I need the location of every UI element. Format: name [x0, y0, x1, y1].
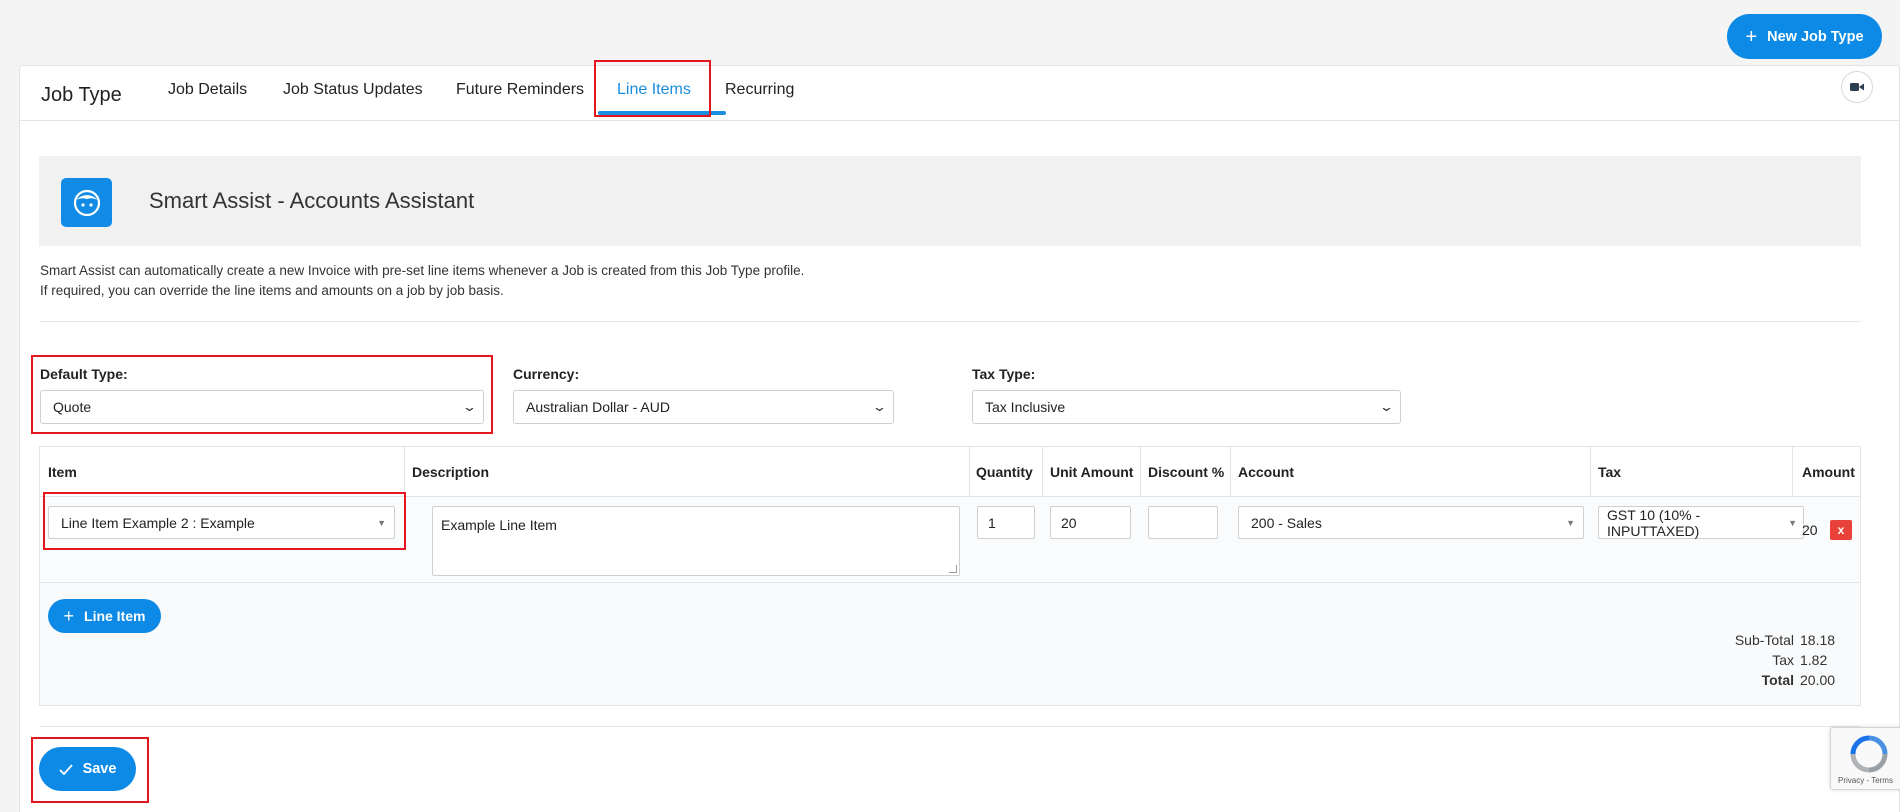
- recaptcha-links[interactable]: Privacy - Terms: [1838, 776, 1893, 785]
- add-line-item-button[interactable]: + Line Item: [48, 599, 161, 633]
- description-textarea[interactable]: Example Line Item: [432, 506, 960, 576]
- header-amount: Amount: [1802, 464, 1855, 480]
- line-items-table: Item Description Quantity Unit Amount Di…: [39, 446, 1861, 706]
- plus-icon: +: [63, 605, 75, 626]
- tax-total-row: Tax 1.82: [1640, 652, 1840, 672]
- totals-summary: Sub-Total 18.18 Tax 1.82 Total 20.00: [1640, 632, 1840, 692]
- subtotal-label: Sub-Total: [1734, 632, 1794, 648]
- tab-job-status-updates[interactable]: Job Status Updates: [283, 81, 423, 99]
- tax-type-label: Tax Type:: [972, 366, 1036, 382]
- section-divider: [39, 726, 1861, 727]
- new-job-type-label: New Job Type: [1767, 28, 1864, 45]
- smart-assist-title: Smart Assist - Accounts Assistant: [149, 188, 475, 213]
- video-help-button[interactable]: [1841, 71, 1873, 103]
- quantity-input[interactable]: 1: [977, 506, 1035, 539]
- smart-assist-banner: Smart Assist - Accounts Assistant: [39, 156, 1861, 246]
- tab-bar: Job Type Job Details Job Status Updates …: [20, 66, 1899, 121]
- header-account: Account: [1238, 464, 1294, 480]
- caret-down-icon: ▼: [1788, 517, 1797, 528]
- header-description: Description: [412, 464, 490, 480]
- recaptcha-badge[interactable]: Privacy - Terms: [1830, 727, 1900, 790]
- new-job-type-button[interactable]: + New Job Type: [1727, 14, 1882, 59]
- quantity-value: 1: [988, 514, 996, 531]
- job-type-card: Job Type Job Details Job Status Updates …: [19, 65, 1900, 812]
- grand-total-value: 20.00: [1800, 672, 1836, 688]
- assist-description-line2: If required, you can override the line i…: [40, 283, 504, 298]
- account-select[interactable]: 200 - Sales ▼: [1238, 506, 1584, 539]
- assistant-avatar-icon: [61, 178, 112, 227]
- tab-job-details[interactable]: Job Details: [168, 81, 247, 99]
- header-tax: Tax: [1598, 464, 1622, 480]
- grand-total-label: Total: [1761, 672, 1794, 688]
- tax-total-label: Tax: [1772, 652, 1794, 668]
- amount-value: 20: [1802, 522, 1818, 538]
- tax-select[interactable]: GST 10 (10% - INPUTTAXED) ▼: [1598, 506, 1804, 539]
- chevron-down-icon: ⌄: [871, 399, 888, 414]
- subtotal-row: Sub-Total 18.18: [1640, 632, 1840, 652]
- highlight-default-type: [31, 355, 493, 434]
- currency-label: Currency:: [513, 366, 580, 382]
- highlight-item-select: [43, 492, 406, 550]
- unit-amount-value: 20: [1061, 514, 1077, 531]
- video-camera-icon: [1850, 83, 1864, 91]
- header-quantity: Quantity: [976, 464, 1033, 480]
- chevron-down-icon: ⌄: [1378, 399, 1395, 414]
- tax-total-value: 1.82: [1800, 652, 1828, 668]
- currency-select[interactable]: Australian Dollar - AUD ⌄: [513, 390, 894, 424]
- tab-recurring[interactable]: Recurring: [725, 81, 794, 99]
- delete-row-button[interactable]: x: [1830, 520, 1852, 540]
- header-discount: Discount %: [1148, 464, 1225, 480]
- section-divider: [39, 321, 1861, 322]
- tab-future-reminders[interactable]: Future Reminders: [456, 81, 584, 99]
- grand-total-row: Total 20.00: [1640, 672, 1840, 692]
- discount-input[interactable]: [1148, 506, 1218, 539]
- highlight-line-items-tab: [594, 60, 711, 117]
- subtotal-value: 18.18: [1800, 632, 1836, 648]
- tax-type-select[interactable]: Tax Inclusive ⌄: [972, 390, 1401, 424]
- assist-description-line1: Smart Assist can automatically create a …: [40, 263, 805, 278]
- caret-down-icon: ▼: [1566, 517, 1575, 528]
- account-value: 200 - Sales: [1251, 514, 1322, 531]
- plus-icon: +: [1745, 25, 1758, 48]
- tax-value: GST 10 (10% - INPUTTAXED): [1607, 506, 1701, 539]
- header-unit-amount: Unit Amount: [1050, 464, 1134, 480]
- highlight-save-button: [31, 737, 149, 803]
- description-value: Example Line Item: [441, 517, 557, 533]
- currency-value: Australian Dollar - AUD: [526, 399, 670, 415]
- page-title: Job Type: [41, 84, 122, 106]
- table-header: Item Description Quantity Unit Amount Di…: [40, 447, 1860, 497]
- header-item: Item: [48, 464, 77, 480]
- resize-handle-icon[interactable]: [949, 565, 957, 573]
- add-line-item-label: Line Item: [84, 608, 146, 624]
- recaptcha-icon: [1850, 735, 1888, 773]
- tax-type-value: Tax Inclusive: [985, 399, 1066, 415]
- unit-amount-input[interactable]: 20: [1050, 506, 1131, 539]
